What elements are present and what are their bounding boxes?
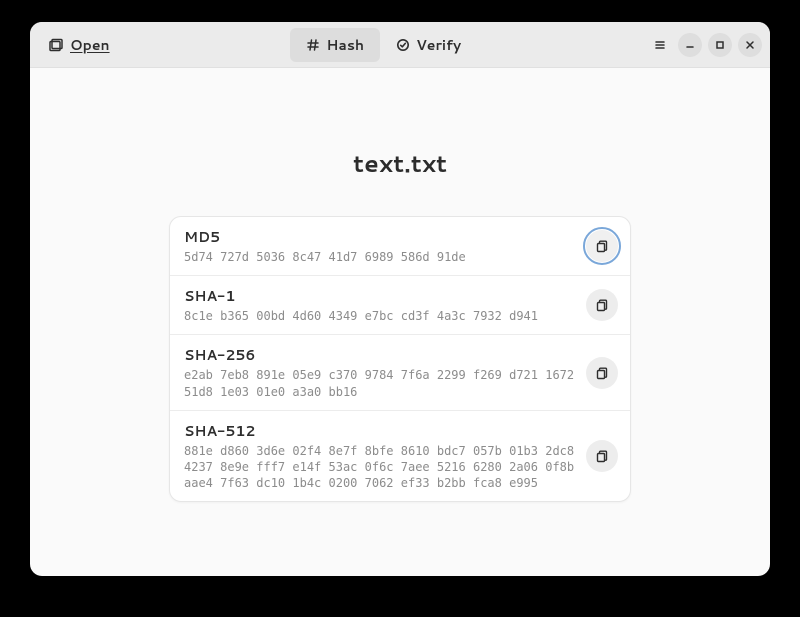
main-content: text.txt MD5 5d74 727d 5036 8c47 41d7 69…	[30, 68, 770, 576]
tab-hash[interactable]: Hash	[290, 28, 380, 62]
algo-name: SHA-256	[184, 345, 576, 365]
hash-row-sha256: SHA-256 e2ab 7eb8 891e 05e9 c370 9784 7f…	[170, 335, 630, 410]
tab-verify-label: Verify	[416, 35, 461, 55]
copy-icon	[595, 298, 609, 312]
verify-icon	[396, 38, 410, 52]
filename-title: text.txt	[353, 146, 447, 180]
hash-row-sha1: SHA-1 8c1e b365 00bd 4d60 4349 e7bc cd3f…	[170, 276, 630, 335]
close-icon	[745, 40, 755, 50]
hash-value: e2ab 7eb8 891e 05e9 c370 9784 7f6a 2299 …	[184, 367, 576, 399]
tab-hash-label: Hash	[326, 35, 364, 55]
menu-button[interactable]	[648, 33, 672, 57]
open-button[interactable]: Open	[38, 29, 120, 61]
copy-icon	[595, 239, 609, 253]
header-bar: Open Hash	[30, 22, 770, 68]
copy-icon	[595, 366, 609, 380]
hash-value: 881e d860 3d6e 02f4 8e7f 8bfe 8610 bdc7 …	[184, 443, 576, 492]
copy-button-sha512[interactable]	[586, 440, 618, 472]
open-file-icon	[48, 37, 64, 53]
maximize-button[interactable]	[708, 33, 732, 57]
minimize-button[interactable]	[678, 33, 702, 57]
hash-value: 5d74 727d 5036 8c47 41d7 6989 586d 91de	[184, 249, 576, 265]
hash-list: MD5 5d74 727d 5036 8c47 41d7 6989 586d 9…	[169, 216, 631, 502]
hash-row-md5: MD5 5d74 727d 5036 8c47 41d7 6989 586d 9…	[170, 217, 630, 276]
open-label: Open	[70, 35, 110, 55]
copy-button-md5[interactable]	[586, 230, 618, 262]
app-window: Open Hash	[30, 22, 770, 576]
hash-value: 8c1e b365 00bd 4d60 4349 e7bc cd3f 4a3c …	[184, 308, 576, 324]
hamburger-icon	[653, 38, 667, 52]
algo-name: SHA-1	[184, 286, 576, 306]
hash-row-sha512: SHA-512 881e d860 3d6e 02f4 8e7f 8bfe 86…	[170, 411, 630, 502]
maximize-icon	[715, 40, 725, 50]
algo-name: SHA-512	[184, 421, 576, 441]
mode-switcher: Hash Verify	[290, 28, 477, 62]
hash-icon	[306, 38, 320, 52]
algo-name: MD5	[184, 227, 576, 247]
minimize-icon	[685, 40, 695, 50]
copy-button-sha1[interactable]	[586, 289, 618, 321]
tab-verify[interactable]: Verify	[380, 28, 477, 62]
copy-button-sha256[interactable]	[586, 357, 618, 389]
close-button[interactable]	[738, 33, 762, 57]
copy-icon	[595, 449, 609, 463]
